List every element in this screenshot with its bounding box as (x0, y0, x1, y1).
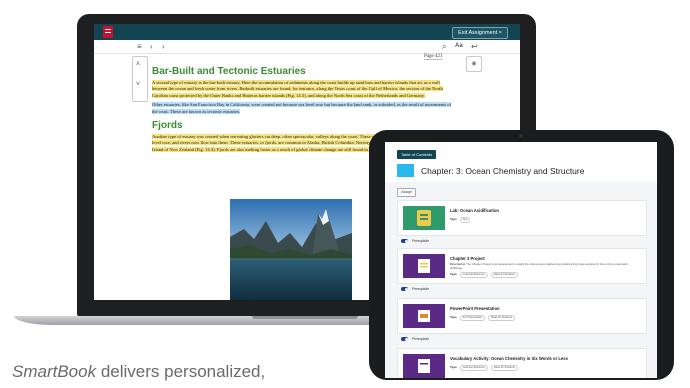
type-label: Type (450, 365, 457, 369)
type-chip: Learning Resource (459, 365, 488, 371)
card-title[interactable]: Lab: Ocean Acidification (450, 208, 499, 213)
back-arrow-icon[interactable]: ↩ (471, 41, 478, 52)
prerequisite-label: Prerequisite (412, 239, 430, 243)
description-text: The Chapter Project is an assessment to … (450, 262, 628, 270)
type-label: Type (450, 315, 457, 319)
tablet-camera (519, 134, 523, 138)
prerequisite-label: Prerequisite (412, 287, 430, 291)
prerequisite-toggle[interactable] (401, 337, 408, 341)
caption-product-name: SmartBook (12, 362, 97, 381)
card-type: Type Learning Resource Ideas for Students (450, 365, 518, 371)
assignment-card[interactable]: Lab: Ocean Acidification Type App (397, 200, 647, 236)
chapter-title: Chapter: 3: Ocean Chemistry and Structur… (421, 166, 585, 176)
menu-icon[interactable]: ≡ (137, 41, 142, 52)
reader-toolbar: ≡ ‹ › ⌕ Aa ↩ (94, 40, 520, 54)
fjord-photo (230, 199, 352, 300)
paragraph-tectonic: Other estuaries, like San Francisco Bay … (152, 102, 456, 115)
assignment-card[interactable]: Vocabulary Activity: Ocean Chemistry in … (397, 348, 647, 378)
assignment-card[interactable]: Chapter 3 Project Description The Chapte… (397, 248, 647, 284)
table-of-contents-button[interactable]: Table of Contents (397, 150, 437, 159)
eye-icon[interactable]: ◉ (466, 56, 482, 72)
mcgraw-hill-logo-icon (103, 26, 113, 38)
card-thumbnail (403, 254, 445, 278)
card-thumbnail (403, 206, 445, 230)
assign-button[interactable]: Assign (397, 188, 417, 197)
page-number: Page 421 (424, 54, 443, 60)
card-thumbnail (403, 304, 445, 328)
chevron-right-icon[interactable]: › (162, 41, 165, 52)
type-chip: Ideas for Students (490, 365, 518, 371)
type-chip: Ideas for Students (487, 315, 516, 321)
card-type: Type Learning Resource Ideas for Students (450, 272, 518, 278)
type-chip: Learning Resource (459, 272, 488, 278)
marketing-caption: SmartBook delivers personalized, (12, 362, 265, 382)
highlighted-text-tail[interactable]: Fig. 14.3), and along the North Sea coas… (287, 92, 425, 98)
card-type: Type For Presentation Ideas for Students (450, 315, 516, 321)
prerequisite-toggle[interactable] (401, 239, 408, 243)
exit-assignment-label: Exit Assignment (458, 30, 498, 36)
prerequisite-label: Prerequisite (412, 337, 430, 341)
card-title[interactable]: PowerPoint Presentation (450, 306, 500, 311)
chevron-up-icon[interactable]: ˄ (136, 61, 140, 68)
highlighted-text-blue[interactable]: Other estuaries, like San Francisco Bay … (152, 102, 452, 114)
card-description: Description The Chapter Project is an as… (450, 262, 640, 270)
exit-assignment-button[interactable]: Exit Assignment × (452, 27, 508, 39)
type-chip: For Presentation (459, 315, 485, 321)
search-icon[interactable]: ⌕ (442, 41, 446, 52)
type-chip: App (459, 217, 471, 223)
heading-bar-built: Bar-Built and Tectonic Estuaries (152, 66, 306, 77)
assignment-card[interactable]: PowerPoint Presentation Type For Presenta… (397, 298, 647, 334)
type-label: Type (450, 217, 457, 221)
paragraph-bar-built: A second type of estuary is the bar-buil… (152, 80, 456, 99)
laptop-notch (252, 316, 358, 319)
section-navigator[interactable]: ˄ ˅ (132, 56, 148, 102)
chapter-accent (397, 164, 414, 177)
chevron-down-icon[interactable]: ˅ (136, 81, 140, 88)
text-size-button[interactable]: Aa (455, 41, 463, 52)
prerequisite-toggle[interactable] (401, 287, 408, 291)
type-chip: Ideas for Students (490, 272, 518, 278)
chevron-left-icon[interactable]: ‹ (150, 41, 153, 52)
tablet-screen: Table of Contents Chapter: 3: Ocean Chem… (385, 142, 657, 378)
card-title[interactable]: Chapter 3 Project (450, 256, 485, 261)
app-top-bar: Exit Assignment × (94, 24, 520, 40)
type-label: Type (450, 272, 457, 276)
card-thumbnail (403, 354, 445, 378)
caption-text: delivers personalized, (96, 362, 266, 381)
tablet-header: Table of Contents Chapter: 3: Ocean Chem… (385, 142, 657, 182)
card-type: Type App (450, 217, 471, 223)
card-title[interactable]: Vocabulary Activity: Ocean Chemistry in … (450, 356, 568, 361)
close-icon: × (498, 30, 502, 36)
